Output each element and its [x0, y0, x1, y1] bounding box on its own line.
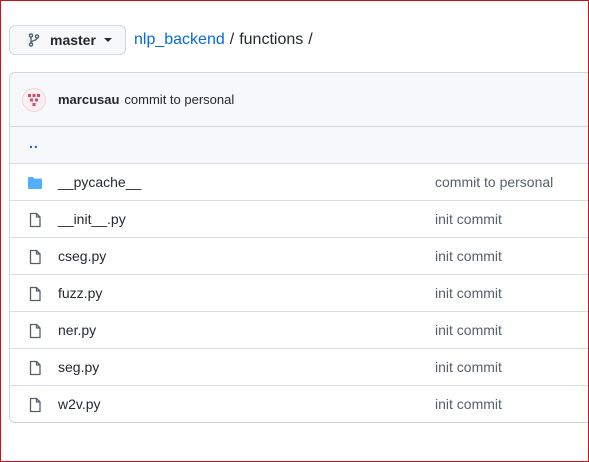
breadcrumb: nlp_backend / functions / — [134, 31, 318, 49]
file-name-link[interactable]: cseg.py — [58, 248, 106, 264]
file-commit-message[interactable]: init commit — [435, 285, 502, 301]
file-commit-message[interactable]: init commit — [435, 211, 502, 227]
file-row[interactable]: __pycache__ commit to personal — [10, 164, 589, 201]
breadcrumb-trailing-separator: / — [308, 31, 313, 48]
file-commit-message[interactable]: init commit — [435, 322, 502, 338]
file-name-link[interactable]: w2v.py — [58, 396, 101, 412]
commit-message[interactable]: commit to personal — [124, 92, 234, 107]
file-icon — [27, 249, 43, 265]
file-commit-message[interactable]: init commit — [435, 396, 502, 412]
file-icon — [27, 397, 43, 413]
branch-select-button[interactable]: master — [9, 25, 126, 55]
breadcrumb-repo-link[interactable]: nlp_backend — [134, 31, 225, 49]
branch-label: master — [50, 32, 96, 48]
folder-icon — [27, 175, 43, 191]
avatar[interactable] — [22, 87, 46, 112]
parent-directory-link[interactable]: .. — [29, 135, 39, 151]
file-row[interactable]: fuzz.py init commit — [10, 275, 589, 312]
file-row[interactable]: cseg.py init commit — [10, 238, 589, 275]
file-name-link[interactable]: ner.py — [58, 322, 96, 338]
file-commit-message[interactable]: init commit — [435, 359, 502, 375]
file-row[interactable]: w2v.py init commit — [10, 386, 589, 422]
file-icon — [27, 360, 43, 376]
breadcrumb-current: functions — [239, 31, 304, 48]
file-name-link[interactable]: fuzz.py — [58, 285, 102, 301]
file-commit-message[interactable]: commit to personal — [435, 174, 553, 190]
file-name-link[interactable]: __pycache__ — [58, 174, 141, 190]
breadcrumb-separator: / — [229, 31, 235, 48]
file-row[interactable]: seg.py init commit — [10, 349, 589, 386]
file-name-link[interactable]: seg.py — [58, 359, 99, 375]
parent-directory-row[interactable]: .. — [10, 127, 589, 164]
identicon-icon — [28, 93, 40, 106]
file-icon — [27, 323, 43, 339]
file-name-link[interactable]: __init__.py — [58, 211, 126, 227]
file-row[interactable]: ner.py init commit — [10, 312, 589, 349]
commit-author[interactable]: marcusau — [58, 92, 119, 107]
file-navigation: master nlp_backend / functions / — [9, 24, 318, 56]
file-commit-message[interactable]: init commit — [435, 248, 502, 264]
file-icon — [27, 212, 43, 228]
file-icon — [27, 286, 43, 302]
latest-commit-bar: marcusau commit to personal — [10, 73, 589, 127]
file-row[interactable]: __init__.py init commit — [10, 201, 589, 238]
git-branch-icon — [26, 32, 42, 48]
file-list: marcusau commit to personal .. __pycache… — [9, 72, 589, 423]
chevron-down-icon — [103, 38, 112, 42]
